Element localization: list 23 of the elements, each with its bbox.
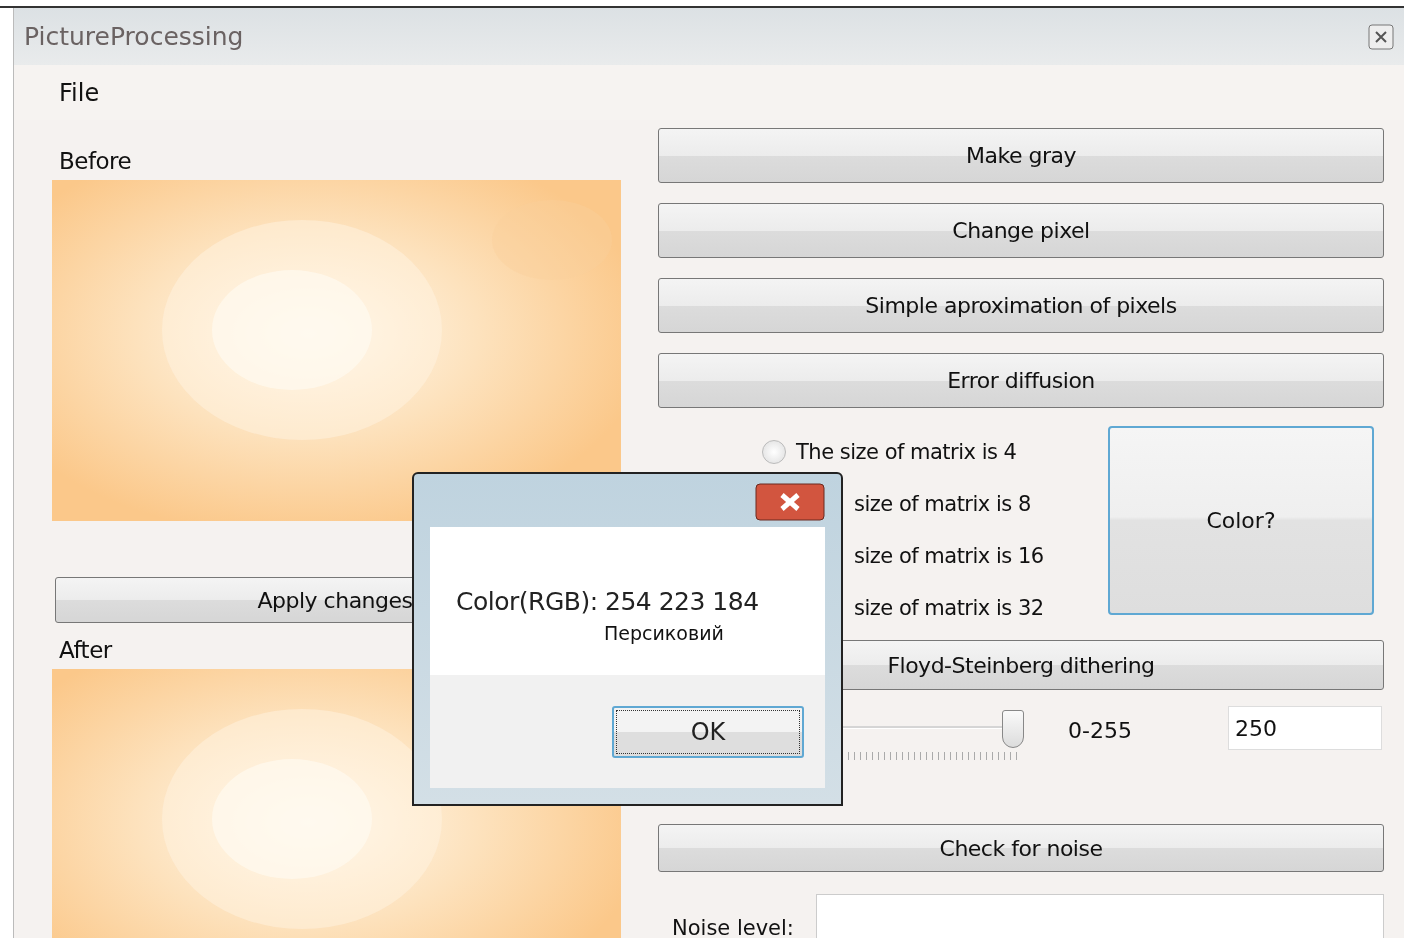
value-field[interactable]: 250 [1228, 706, 1382, 750]
window-title: PictureProcessing [24, 22, 244, 51]
menu-item[interactable]: File [59, 78, 100, 107]
noise-level-label: Noise level: [672, 916, 794, 938]
color-button[interactable]: Color? [1108, 426, 1374, 615]
slider-thumb[interactable] [1001, 710, 1024, 748]
radio-button[interactable] [762, 440, 786, 464]
action-button[interactable]: Simple aproximation of pixels [658, 278, 1384, 333]
radio-label: size of matrix is 32 [854, 596, 1044, 620]
action-button[interactable]: Make gray [658, 128, 1384, 183]
section-label: After [59, 637, 112, 663]
range-label: 0-255 [1068, 718, 1133, 743]
noise-button[interactable]: Check for noise [658, 824, 1384, 872]
close-icon[interactable] [755, 483, 825, 521]
noise-level-field[interactable] [815, 894, 1384, 938]
section-label: Before [59, 148, 132, 174]
radio-label: size of matrix is 16 [854, 544, 1044, 568]
radio-label: size of matrix is 8 [854, 492, 1031, 516]
action-button[interactable]: Change pixel [658, 203, 1384, 258]
radio-label: The size of matrix is 4 [796, 440, 1017, 464]
ok-button[interactable]: OK [612, 705, 804, 758]
close-icon[interactable] [1368, 23, 1394, 50]
action-button[interactable]: Error diffusion [658, 353, 1384, 408]
